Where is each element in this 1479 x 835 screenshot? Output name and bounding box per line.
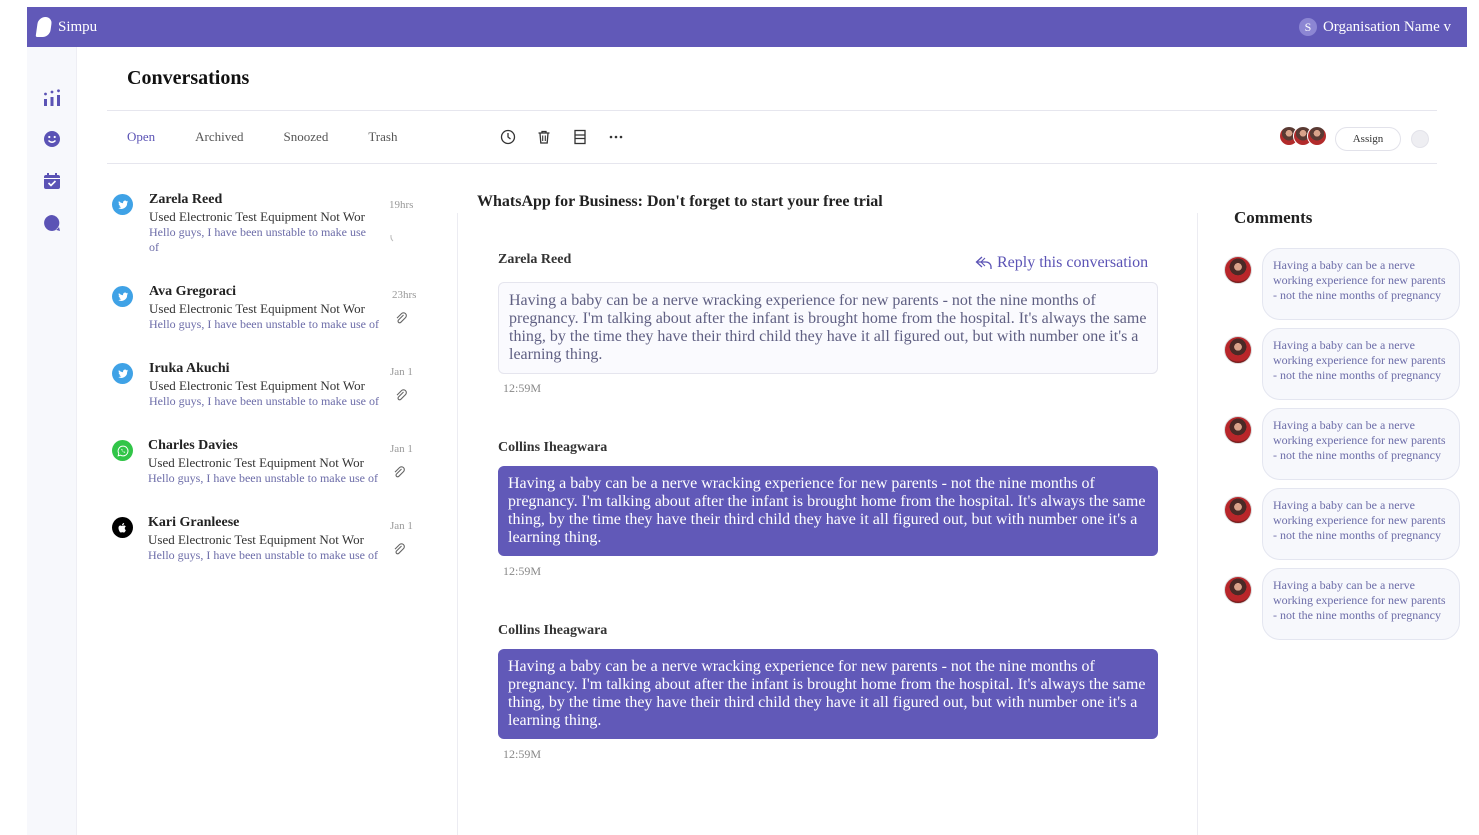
apple-icon [112, 517, 133, 538]
org-avatar: S [1298, 18, 1317, 36]
conversation-item[interactable]: Zarela Reed Used Electronic Test Equipme… [107, 187, 427, 257]
tab-trash[interactable]: Trash [368, 129, 397, 145]
list-thread-divider [457, 213, 458, 835]
conversation-preview: Hello guys, I have been unstable to make… [149, 317, 379, 331]
reply-conversation-button[interactable]: Reply this conversation [975, 254, 1148, 272]
conversation-name: Ava Gregoraci [149, 284, 236, 299]
comment-item: Having a baby can be a nerve working exp… [1222, 488, 1462, 560]
thread-comments-divider [1197, 213, 1198, 835]
bulk-actions [499, 111, 643, 163]
tab-open[interactable]: Open [127, 129, 155, 145]
assign-button[interactable]: Assign [1335, 127, 1401, 151]
app-root: Simpu S Organisation Name v Conversation… [27, 7, 1467, 835]
snooze-clock-icon[interactable] [499, 128, 517, 146]
conversation-preview: Hello guys, I have been unstable to make… [148, 471, 378, 485]
chat-icon[interactable] [43, 214, 61, 232]
comment-item: Having a baby can be a nerve working exp… [1222, 248, 1462, 320]
conversation-preview: Hello guys, I have been unstable to make… [149, 394, 379, 408]
conversation-subject: Used Electronic Test Equipment Not Wor [149, 209, 365, 224]
conversation-time: 23hrs [392, 289, 417, 301]
message-bubble-incoming: Having a baby can be a nerve wracking ex… [498, 282, 1158, 374]
avatar [1224, 416, 1252, 444]
conversation-time: Jan 1 [390, 366, 413, 378]
avatar [1224, 576, 1252, 604]
conversation-time: Jan 1 [390, 520, 413, 532]
conversation-name: Zarela Reed [149, 192, 223, 207]
message-author: Collins Iheagwara [498, 440, 608, 455]
avatar [1224, 496, 1252, 524]
conversation-item[interactable]: Charles Davies Used Electronic Test Equi… [107, 433, 427, 503]
conversation-subject: Used Electronic Test Equipment Not Wor [148, 455, 364, 470]
message-author: Zarela Reed [498, 252, 572, 267]
avatar [1224, 336, 1252, 364]
attachment-icon [390, 234, 394, 242]
comment-item: Having a baby can be a nerve working exp… [1222, 408, 1462, 480]
comment-text: Having a baby can be a nerve working exp… [1262, 408, 1460, 480]
conversation-name: Charles Davies [148, 438, 238, 453]
attachment-icon [396, 312, 407, 324]
reply-label: Reply this conversation [997, 254, 1149, 271]
analytics-icon[interactable] [43, 89, 61, 107]
avatar [1224, 256, 1252, 284]
message-time: 12:59M [503, 381, 542, 395]
conversation-item[interactable]: Ava Gregoraci Used Electronic Test Equip… [107, 279, 427, 349]
comment-text: Having a baby can be a nerve working exp… [1262, 488, 1460, 560]
twitter-icon [112, 286, 133, 307]
brand-name: Simpu [58, 18, 98, 35]
reply-icon [975, 256, 992, 269]
message-time: 12:59M [503, 747, 542, 761]
conversation-name: Iruka Akuchi [149, 361, 230, 376]
attachment-icon [396, 389, 407, 401]
avatar [1307, 126, 1327, 146]
org-name: Organisation Name v [1322, 18, 1451, 35]
twitter-icon [112, 363, 133, 384]
toolbar-divider [107, 163, 1437, 164]
conversation-preview: Hello guys, I have been unstable to make… [149, 225, 366, 254]
brand[interactable]: Simpu [35, 17, 98, 37]
message-bubble-outgoing: Having a baby can be a nerve wracking ex… [498, 466, 1158, 556]
trash-icon[interactable] [535, 128, 553, 146]
conversation-subject: Used Electronic Test Equipment Not Wor [149, 301, 365, 316]
toolbar: Open Archived Snoozed Trash Assign [107, 111, 1437, 163]
comment-text: Having a baby can be a nerve working exp… [1262, 328, 1460, 400]
conversation-tabs: Open Archived Snoozed Trash [127, 111, 437, 163]
comment-item: Having a baby can be a nerve working exp… [1222, 328, 1462, 400]
conversation-preview: Hello guys, I have been unstable to make… [148, 548, 378, 562]
nav-rail [27, 47, 77, 835]
attachment-icon [394, 543, 405, 555]
page-title: Conversations [127, 67, 250, 89]
message-bubble-outgoing: Having a baby can be a nerve wracking ex… [498, 649, 1158, 739]
assignee-placeholder-icon[interactable] [1411, 130, 1429, 148]
conversation-item[interactable]: Kari Granleese Used Electronic Test Equi… [107, 510, 427, 580]
archive-icon[interactable] [571, 128, 589, 146]
tab-snoozed[interactable]: Snoozed [284, 129, 329, 145]
comment-text: Having a baby can be a nerve working exp… [1262, 248, 1460, 320]
calendar-icon[interactable] [43, 172, 61, 190]
conversation-name: Kari Granleese [148, 515, 240, 530]
message-author: Collins Iheagwara [498, 623, 608, 638]
simpu-logo-icon [35, 17, 53, 37]
comments-title: Comments [1234, 208, 1313, 227]
conversation-subject: Used Electronic Test Equipment Not Wor [148, 532, 364, 547]
smiley-icon[interactable] [43, 130, 61, 148]
conversation-time: 19hrs [389, 199, 414, 211]
conversation-item[interactable]: Iruka Akuchi Used Electronic Test Equipm… [107, 356, 427, 426]
whatsapp-icon [112, 440, 133, 461]
more-options-icon[interactable] [607, 128, 625, 146]
twitter-icon [112, 194, 133, 215]
thread-title: WhatsApp for Business: Don't forget to s… [477, 193, 883, 210]
tab-archived[interactable]: Archived [195, 129, 243, 145]
top-bar: Simpu S Organisation Name v [27, 7, 1467, 47]
organisation-switcher[interactable]: S Organisation Name v [1298, 7, 1451, 47]
comment-item: Having a baby can be a nerve working exp… [1222, 568, 1462, 640]
attachment-icon [394, 466, 405, 478]
conversation-subject: Used Electronic Test Equipment Not Wor [149, 378, 365, 393]
assignee-avatars[interactable] [1279, 126, 1327, 146]
comment-text: Having a baby can be a nerve working exp… [1262, 568, 1460, 640]
message-time: 12:59M [503, 564, 542, 578]
conversation-time: Jan 1 [390, 443, 413, 455]
